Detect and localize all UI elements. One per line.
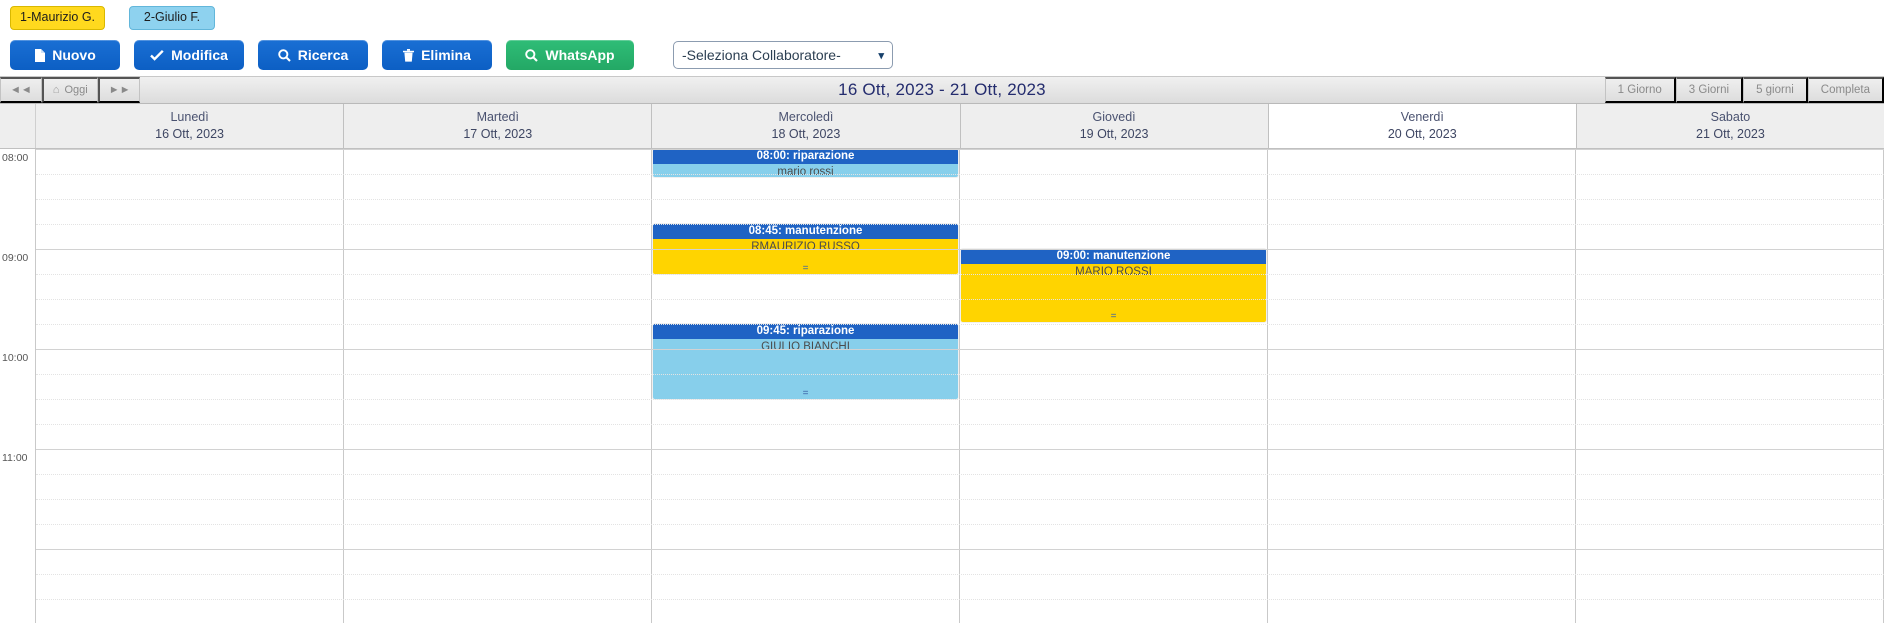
event-resize-handle[interactable]: = (653, 264, 958, 274)
search-button-label: Ricerca (297, 47, 349, 63)
event-title: 09:45: riparazione (653, 324, 958, 339)
home-icon: ⌂ (52, 84, 60, 96)
hour-label-0900: 09:00 (2, 252, 29, 264)
search-icon (525, 48, 539, 62)
whatsapp-button[interactable]: WhatsApp (506, 40, 634, 70)
event-body[interactable]: mario rossi (653, 164, 958, 177)
day-header-1[interactable]: Lunedì 16 Ott, 2023 (36, 104, 345, 148)
day-header-row: Lunedì 16 Ott, 2023 Martedì 17 Ott, 2023 Mer… (0, 104, 1884, 149)
event-body[interactable]: RMAURIZIO RUSSO = (653, 239, 958, 274)
nav-button-group: ◄◄ ⌂ Oggi ►► (0, 77, 141, 103)
check-icon (150, 49, 164, 61)
day-header-2[interactable]: Martedì 17 Ott, 2023 (344, 104, 653, 148)
collaborator-select[interactable]: -Seleziona Collaboratore- ▾ (673, 41, 893, 69)
day-column-5[interactable] (1268, 149, 1576, 623)
legend-badge-collaborator-1[interactable]: 1-Maurizio G. (10, 6, 106, 30)
day-column-1[interactable] (36, 149, 344, 623)
day-header-name: Venerdì (1400, 110, 1444, 125)
event-title: 08:45: manutenzione (653, 224, 958, 239)
collaborator-select-value: -Seleziona Collaboratore- (682, 47, 841, 63)
edit-button-label: Modifica (171, 47, 228, 63)
day-header-name: Martedì (476, 110, 519, 125)
collaborator-legend-bar: 1-Maurizio G. 2-Giulio F. (0, 0, 1884, 34)
date-range-title: 16 Ott, 2023 - 21 Ott, 2023 (838, 80, 1046, 99)
day-column-6[interactable] (1576, 149, 1884, 623)
event-person: GIULIO BIANCHI (761, 341, 850, 353)
day-header-date: 18 Ott, 2023 (771, 127, 841, 141)
calendar-navigation-bar: ◄◄ ⌂ Oggi ►► 16 Ott, 2023 - 21 Ott, 2023… (0, 76, 1884, 104)
day-header-3[interactable]: Mercoledì 18 Ott, 2023 (652, 104, 961, 148)
event-title: 09:00: manutenzione (961, 249, 1266, 264)
prev-period-button[interactable]: ◄◄ (0, 77, 42, 103)
calendar-event[interactable]: 09:45: riparazione GIULIO BIANCHI = (653, 324, 958, 399)
day-header-date: 19 Ott, 2023 (1079, 127, 1149, 141)
today-button-label: Oggi (64, 84, 88, 96)
trash-icon (403, 48, 415, 62)
edit-button[interactable]: Modifica (134, 40, 244, 70)
day-header-date: 17 Ott, 2023 (463, 127, 533, 141)
event-title: 08:00: riparazione (653, 149, 958, 164)
event-person: MARIO ROSSI (1075, 266, 1152, 278)
delete-button-label: Elimina (421, 47, 471, 63)
hour-label-0800: 08:00 (2, 152, 29, 164)
view-button-1-giorno[interactable]: 1 Giorno (1604, 77, 1676, 103)
view-button-3-giorni[interactable]: 3 Giorni (1675, 77, 1744, 103)
day-header-name: Mercoledì (778, 110, 834, 125)
calendar-event[interactable]: 08:45: manutenzione RMAURIZIO RUSSO = (653, 224, 958, 274)
calendar-event[interactable]: 09:00: manutenzione MARIO ROSSI = (961, 249, 1266, 322)
day-column-4[interactable]: 09:00: manutenzione MARIO ROSSI = (960, 149, 1268, 623)
search-button[interactable]: Ricerca (258, 40, 368, 70)
legend-badge-collaborator-2[interactable]: 2-Giulio F. (129, 6, 216, 30)
view-button-completa[interactable]: Completa (1807, 77, 1884, 103)
time-gutter: 08:00 09:00 10:00 11:00 (0, 149, 36, 623)
main-toolbar: Nuovo Modifica Ricerca Elimina WhatsApp … (0, 34, 1884, 76)
day-header-name: Lunedì (170, 110, 209, 125)
event-resize-handle[interactable]: = (961, 312, 1266, 322)
view-button-5-giorni[interactable]: 5 giorni (1743, 77, 1808, 103)
day-header-date: 20 Ott, 2023 (1387, 127, 1457, 141)
search-icon (277, 48, 291, 62)
calendar-grid[interactable]: 08:00 09:00 10:00 11:00 08:00: riparazione m… (0, 149, 1884, 623)
day-column-2[interactable] (344, 149, 652, 623)
day-columns-area[interactable]: 08:00: riparazione mario rossi 08:45: manu… (36, 149, 1884, 623)
new-button[interactable]: Nuovo (10, 40, 120, 70)
next-period-button[interactable]: ►► (97, 77, 141, 103)
day-header-name: Giovedì (1092, 110, 1136, 125)
delete-button[interactable]: Elimina (382, 40, 492, 70)
chevron-down-icon: ▾ (878, 49, 884, 62)
day-header-4[interactable]: Giovedì 19 Ott, 2023 (960, 104, 1269, 148)
calendar-event[interactable]: 08:00: riparazione mario rossi (653, 149, 958, 177)
day-header-6[interactable]: Sabato 21 Ott, 2023 (1576, 104, 1884, 148)
file-icon (34, 48, 46, 62)
today-button[interactable]: ⌂ Oggi (41, 77, 98, 103)
day-header-5[interactable]: Venerdì 20 Ott, 2023 (1268, 104, 1577, 148)
event-person: RMAURIZIO RUSSO (751, 241, 860, 253)
event-body[interactable]: GIULIO BIANCHI = (653, 339, 958, 399)
event-person: mario rossi (777, 166, 834, 177)
whatsapp-button-label: WhatsApp (545, 47, 615, 63)
new-button-label: Nuovo (52, 47, 96, 63)
day-header-date: 16 Ott, 2023 (155, 127, 224, 141)
hour-label-1100: 11:00 (2, 452, 28, 464)
day-header-name: Sabato (1710, 110, 1751, 125)
day-column-3[interactable]: 08:00: riparazione mario rossi 08:45: manu… (652, 149, 960, 623)
day-header-date: 21 Ott, 2023 (1696, 127, 1765, 141)
time-gutter-header (0, 104, 36, 148)
event-body[interactable]: MARIO ROSSI = (961, 264, 1266, 322)
view-switcher: 1 Giorno 3 Giorni 5 giorni Completa (1604, 77, 1884, 103)
event-resize-handle[interactable]: = (653, 389, 958, 399)
hour-label-1000: 10:00 (2, 352, 29, 364)
